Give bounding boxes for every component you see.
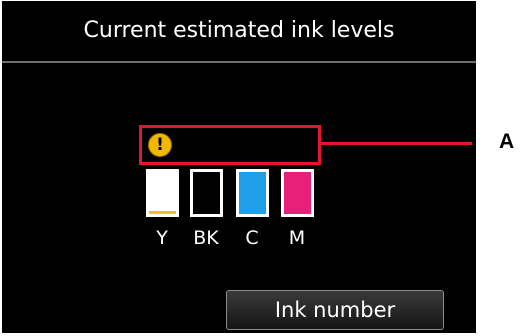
- ink-tank-label: Y: [156, 227, 168, 249]
- ink-tank-y: [146, 169, 179, 217]
- warning-highlight-box: !: [139, 125, 321, 165]
- callout-line: [319, 142, 472, 145]
- ink-number-button[interactable]: Ink number: [226, 290, 444, 330]
- ink-tank-bk: [190, 169, 223, 217]
- ink-tank-m: [281, 169, 314, 217]
- ink-tank-label: M: [288, 227, 306, 249]
- exclamation-warning-icon: !: [148, 133, 172, 157]
- callout-label: A: [499, 130, 515, 153]
- ink-level-fill: [149, 211, 176, 214]
- ink-level-fill: [239, 172, 266, 214]
- page-title: Current estimated ink levels: [2, 1, 476, 63]
- ink-level-fill: [284, 172, 311, 214]
- printer-lcd-screen: Current estimated ink levels ! Y BK C M …: [2, 1, 476, 333]
- ink-level-fill: [193, 172, 220, 214]
- ink-tank-c: [236, 169, 269, 217]
- ink-tank-label: C: [245, 227, 259, 249]
- ink-tank-label: BK: [193, 227, 219, 249]
